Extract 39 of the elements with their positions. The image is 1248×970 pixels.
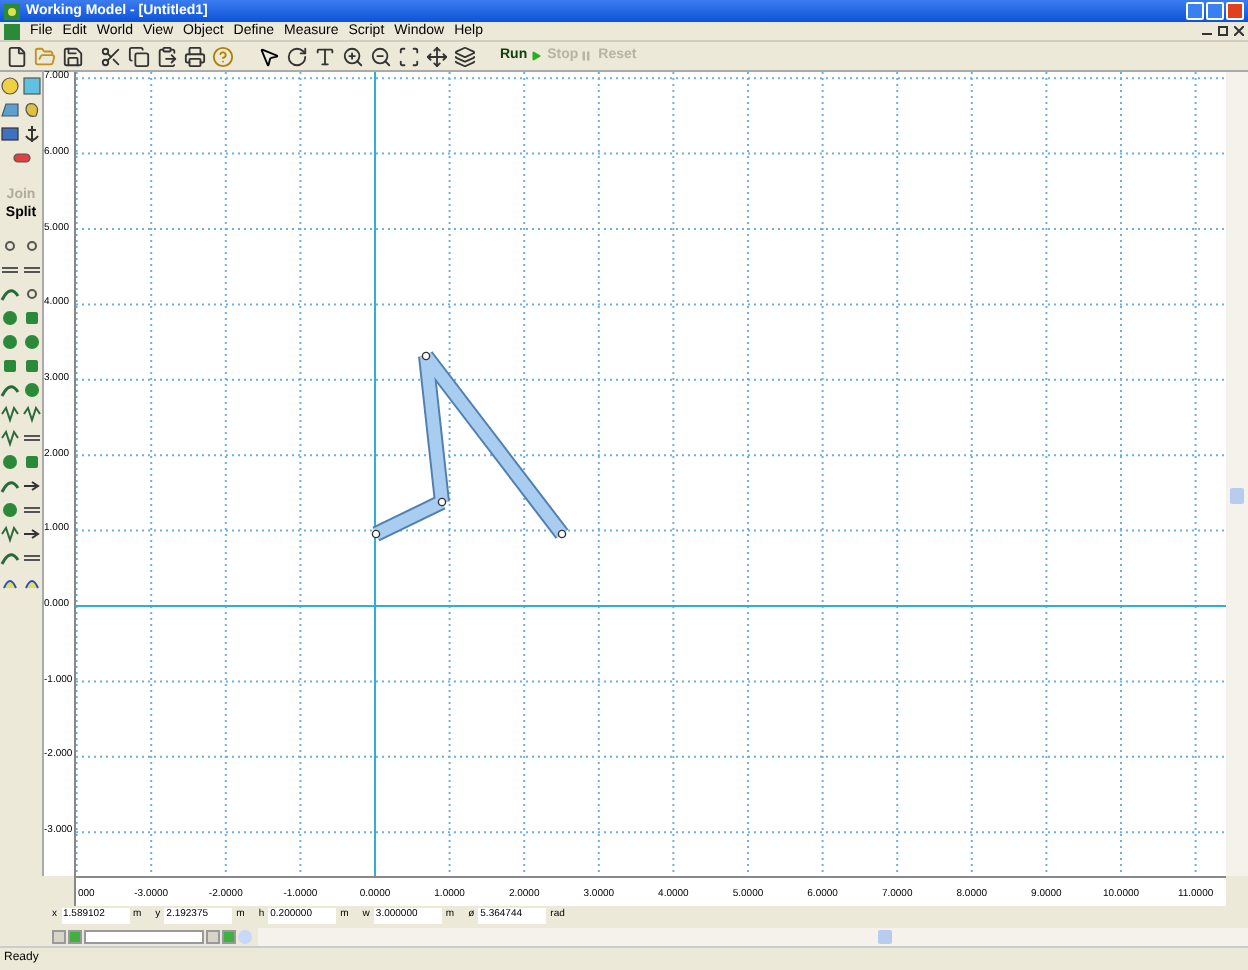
save-icon[interactable] bbox=[60, 43, 86, 69]
spring-icon[interactable] bbox=[0, 524, 20, 544]
zoom-out-icon[interactable] bbox=[368, 43, 394, 69]
restore-icon[interactable] bbox=[1218, 26, 1228, 36]
scroll-thumb[interactable] bbox=[878, 929, 892, 943]
blob-shape-icon[interactable] bbox=[22, 100, 42, 120]
pause-icon bbox=[580, 50, 593, 62]
document-icon[interactable] bbox=[4, 23, 20, 39]
new-file-icon[interactable] bbox=[4, 43, 30, 69]
text-icon[interactable] bbox=[312, 43, 338, 69]
pin-joint-icon[interactable] bbox=[22, 284, 42, 304]
scroll-thumb[interactable] bbox=[1230, 488, 1244, 504]
square-shape-icon[interactable] bbox=[22, 76, 42, 96]
anchor-icon[interactable] bbox=[22, 124, 42, 144]
rotate-icon[interactable] bbox=[284, 43, 310, 69]
close-button[interactable] bbox=[1226, 2, 1244, 20]
printer-icon[interactable] bbox=[182, 43, 208, 69]
linkage-drawing[interactable] bbox=[371, 351, 569, 542]
app-icon bbox=[4, 3, 20, 19]
circle-shape-icon[interactable] bbox=[0, 76, 20, 96]
rect-shape-icon[interactable] bbox=[0, 124, 20, 144]
arrow-icon[interactable] bbox=[22, 476, 42, 496]
move-icon[interactable] bbox=[424, 43, 450, 69]
paste-icon[interactable] bbox=[154, 43, 180, 69]
fit-icon[interactable] bbox=[396, 43, 422, 69]
copy-icon[interactable] bbox=[126, 43, 152, 69]
restore-button[interactable] bbox=[1206, 2, 1224, 20]
poly-shape-icon[interactable] bbox=[0, 100, 20, 120]
close-icon[interactable] bbox=[1234, 26, 1244, 36]
vertical-scrollbar[interactable] bbox=[1226, 72, 1248, 876]
layers-icon[interactable] bbox=[452, 43, 478, 69]
cut-icon[interactable] bbox=[98, 43, 124, 69]
pointer-icon[interactable] bbox=[256, 43, 282, 69]
minimize-button[interactable] bbox=[1186, 2, 1204, 20]
pill-shape-icon[interactable] bbox=[11, 148, 31, 168]
zoom-in-icon[interactable] bbox=[340, 43, 366, 69]
arrow-icon[interactable] bbox=[22, 524, 42, 544]
horizontal-scrollbar[interactable] bbox=[258, 927, 1248, 945]
play-icon bbox=[529, 50, 542, 62]
